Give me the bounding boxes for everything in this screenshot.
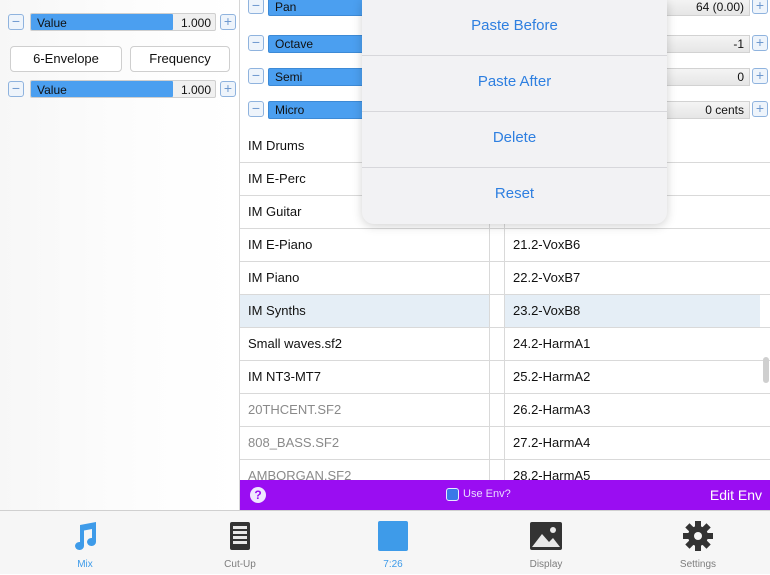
- value-label: Value: [37, 83, 67, 97]
- list-item-left: 808_BASS.SF2: [240, 427, 490, 459]
- use-env-checkbox[interactable]: [446, 488, 459, 501]
- reset-button[interactable]: Reset: [362, 168, 667, 224]
- list-item-right: 27.2-HarmA4: [504, 427, 760, 459]
- tab-label: 7:26: [383, 559, 403, 570]
- reset-label: Reset: [494, 185, 535, 202]
- list-item[interactable]: 808_BASS.SF2 27.2-HarmA4: [240, 427, 770, 460]
- list-item-right: 25.2-HarmA2: [504, 361, 760, 393]
- list-item-left: 20THCENT.SF2: [240, 394, 490, 426]
- value-number: 1.000: [180, 16, 211, 30]
- paste-after-button[interactable]: Paste After: [362, 56, 667, 112]
- tab-label: Mix: [77, 559, 93, 570]
- tab-display[interactable]: Display: [491, 511, 601, 575]
- list-item-right: 23.2-VoxB8: [504, 295, 760, 327]
- minus-button[interactable]: −: [248, 0, 264, 14]
- document-icon: [230, 522, 250, 550]
- list-item-left: IM Piano: [240, 262, 490, 294]
- list-item-left: Small waves.sf2: [240, 328, 490, 360]
- use-env-label: Use Env?: [463, 488, 511, 500]
- tab-label: Display: [529, 559, 563, 570]
- list-item-right: 24.2-HarmA1: [504, 328, 760, 360]
- list-item-left: IM Synths: [240, 295, 490, 327]
- plus-button[interactable]: +: [752, 35, 768, 51]
- minus-button[interactable]: −: [248, 68, 264, 84]
- left-panel: − Value 1.000 + 6-Envelope Frequency − V…: [0, 0, 240, 510]
- paste-after-label: Paste After: [477, 73, 552, 90]
- param-value: -1: [733, 37, 744, 51]
- list-item[interactable]: Small waves.sf2 24.2-HarmA1: [240, 328, 770, 361]
- minus-button[interactable]: −: [248, 35, 264, 51]
- plus-button[interactable]: +: [220, 81, 236, 97]
- value-slider[interactable]: Value 1.000: [30, 80, 216, 98]
- tab-settings[interactable]: Settings: [643, 511, 753, 575]
- help-icon[interactable]: ?: [250, 487, 266, 503]
- plus-button[interactable]: +: [752, 68, 768, 84]
- tab-mix[interactable]: Mix: [30, 511, 140, 575]
- param-value: 0 cents: [705, 103, 744, 117]
- plus-button[interactable]: +: [220, 14, 236, 30]
- plus-button[interactable]: +: [752, 101, 768, 117]
- value-row-1: − Value 1.000 +: [8, 12, 236, 32]
- envelope-bar: ? Use Env? Edit Env: [240, 480, 770, 510]
- value-row-2: − Value 1.000 +: [8, 79, 236, 99]
- list-item-selected[interactable]: IM Synths 23.2-VoxB8: [240, 295, 770, 328]
- list-item-left: IM NT3-MT7: [240, 361, 490, 393]
- envelope-button[interactable]: 6-Envelope: [10, 46, 122, 72]
- scrollbar-thumb[interactable]: [763, 357, 769, 383]
- value-number: 1.000: [180, 83, 211, 97]
- image-icon: [530, 522, 562, 550]
- list-item-right: 26.2-HarmA3: [504, 394, 760, 426]
- tab-time[interactable]: 7:26: [338, 511, 448, 575]
- plus-button[interactable]: +: [752, 0, 768, 14]
- gear-icon: [683, 521, 713, 551]
- value-slider[interactable]: Value 1.000: [30, 13, 216, 31]
- paste-before-button[interactable]: Paste Before: [362, 0, 667, 56]
- frequency-button[interactable]: Frequency: [130, 46, 230, 72]
- tab-cut-up[interactable]: Cut-Up: [185, 511, 295, 575]
- list-item[interactable]: IM E-Piano 21.2-VoxB6: [240, 229, 770, 262]
- tab-label: Cut-Up: [224, 559, 256, 570]
- delete-button[interactable]: Delete: [362, 112, 667, 168]
- paste-before-label: Paste Before: [471, 17, 558, 34]
- list-item[interactable]: 20THCENT.SF2 26.2-HarmA3: [240, 394, 770, 427]
- value-label: Value: [37, 16, 67, 30]
- tab-bar: Mix Cut-Up 7:26 Display Settings: [0, 510, 770, 574]
- list-item-right: 21.2-VoxB6: [504, 229, 760, 261]
- delete-label: Delete: [492, 129, 537, 146]
- minus-button[interactable]: −: [8, 81, 24, 97]
- music-note-icon: [75, 522, 96, 550]
- context-menu: Paste Before Paste After Delete Reset: [362, 0, 667, 224]
- list-item[interactable]: IM NT3-MT7 25.2-HarmA2: [240, 361, 770, 394]
- square-icon: [378, 521, 408, 551]
- list-item-right: 22.2-VoxB7: [504, 262, 760, 294]
- param-value: 0: [737, 70, 744, 84]
- list-item-left: IM E-Piano: [240, 229, 490, 261]
- edit-env-button[interactable]: Edit Env: [710, 487, 762, 503]
- param-value: 64 (0.00): [695, 0, 744, 14]
- minus-button[interactable]: −: [8, 14, 24, 30]
- minus-button[interactable]: −: [248, 101, 264, 117]
- list-item[interactable]: IM Piano 22.2-VoxB7: [240, 262, 770, 295]
- tab-label: Settings: [679, 559, 717, 570]
